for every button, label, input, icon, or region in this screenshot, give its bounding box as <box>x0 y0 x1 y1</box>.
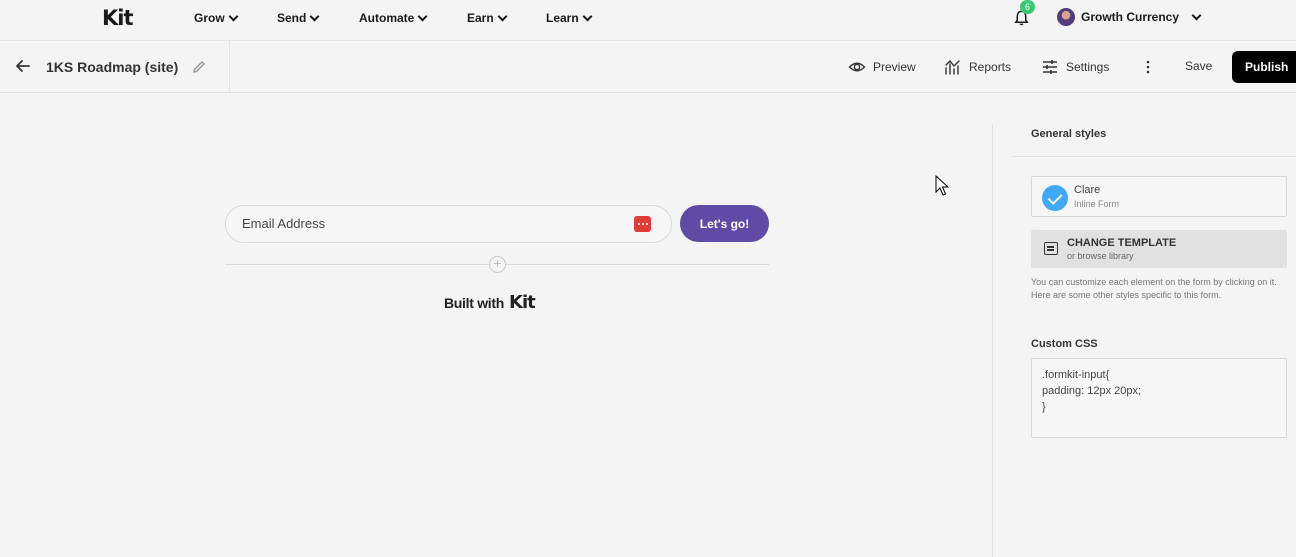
built-with-logo: Kit <box>509 292 536 313</box>
preview-label: Preview <box>873 60 916 74</box>
css-line: } <box>1042 401 1046 413</box>
pencil-icon[interactable] <box>191 59 207 75</box>
reports-label: Reports <box>969 60 1012 74</box>
nav-learn[interactable]: Learn <box>546 11 593 25</box>
settings-label: Settings <box>1066 60 1110 74</box>
chevron-down-icon <box>309 11 320 21</box>
template-type: Inline Form <box>1074 199 1120 209</box>
password-manager-icon[interactable] <box>634 216 651 232</box>
panel-divider <box>1012 156 1296 157</box>
form-title[interactable]: 1KS Roadmap (site) <box>46 59 178 75</box>
submit-button[interactable]: Let's go! <box>680 205 769 242</box>
publish-button[interactable]: Publish <box>1232 51 1296 83</box>
help-text: You can customize each element on the fo… <box>1031 277 1277 300</box>
css-line: padding: 12px 20px; <box>1042 385 1142 397</box>
editor-toolbar: 1KS Roadmap (site) Preview Reports Setti… <box>0 41 1296 93</box>
nav-automate-label: Automate <box>359 11 415 25</box>
mouse-cursor-icon <box>935 175 949 196</box>
nav-grow[interactable]: Grow <box>194 11 239 25</box>
custom-css-editor[interactable]: .formkit-input{ padding: 12px 20px; } <box>1031 358 1287 438</box>
nav-automate[interactable]: Automate <box>359 11 428 25</box>
chevron-down-icon <box>497 11 508 21</box>
add-element-icon[interactable]: + <box>489 256 506 273</box>
css-line: .formkit-input{ <box>1042 369 1110 381</box>
check-icon <box>1042 185 1068 211</box>
nav-send[interactable]: Send <box>277 11 320 25</box>
chevron-down-icon <box>228 11 239 21</box>
panel-border <box>992 124 993 557</box>
more-vertical-icon[interactable] <box>1141 58 1155 76</box>
panel-title: General styles <box>1031 128 1107 140</box>
kit-logo[interactable]: Kit <box>102 6 134 30</box>
settings-button[interactable]: Settings <box>1041 58 1109 76</box>
chevron-down-icon <box>417 11 428 21</box>
toolbar-divider <box>229 41 230 93</box>
back-arrow-icon[interactable] <box>14 57 32 75</box>
nav-send-label: Send <box>277 11 307 25</box>
nav-learn-label: Learn <box>546 11 579 25</box>
template-card[interactable]: Clare Inline Form <box>1031 176 1287 217</box>
chevron-down-icon <box>582 11 593 21</box>
avatar <box>1057 8 1075 26</box>
change-template-subtitle: or browse library <box>1067 251 1134 261</box>
account-menu[interactable]: Growth Currency <box>1057 8 1202 26</box>
reports-button[interactable]: Reports <box>944 58 1011 76</box>
top-nav: Kit Grow Send Automate Earn Learn 6 Grow… <box>0 0 1296 41</box>
template-name: Clare <box>1074 184 1101 196</box>
save-button[interactable]: Save <box>1185 59 1212 73</box>
built-with-badge[interactable]: Built with Kit <box>444 292 536 313</box>
template-icon <box>1044 242 1058 255</box>
notification-badge: 6 <box>1020 0 1035 14</box>
change-template-title: CHANGE TEMPLATE <box>1067 237 1177 249</box>
nav-earn-label: Earn <box>467 11 494 25</box>
built-with-label: Built with <box>444 295 504 311</box>
eye-icon <box>848 62 866 72</box>
sliders-icon <box>1043 60 1057 74</box>
custom-css-label: Custom CSS <box>1031 338 1098 350</box>
email-input[interactable]: Email Address <box>225 205 672 243</box>
chart-icon <box>945 59 960 75</box>
preview-button[interactable]: Preview <box>848 58 916 76</box>
nav-earn[interactable]: Earn <box>467 11 508 25</box>
change-template-button[interactable]: CHANGE TEMPLATE or browse library <box>1031 230 1287 268</box>
account-name: Growth Currency <box>1081 10 1180 24</box>
nav-grow-label: Grow <box>194 11 225 25</box>
chevron-down-icon <box>1191 10 1202 20</box>
